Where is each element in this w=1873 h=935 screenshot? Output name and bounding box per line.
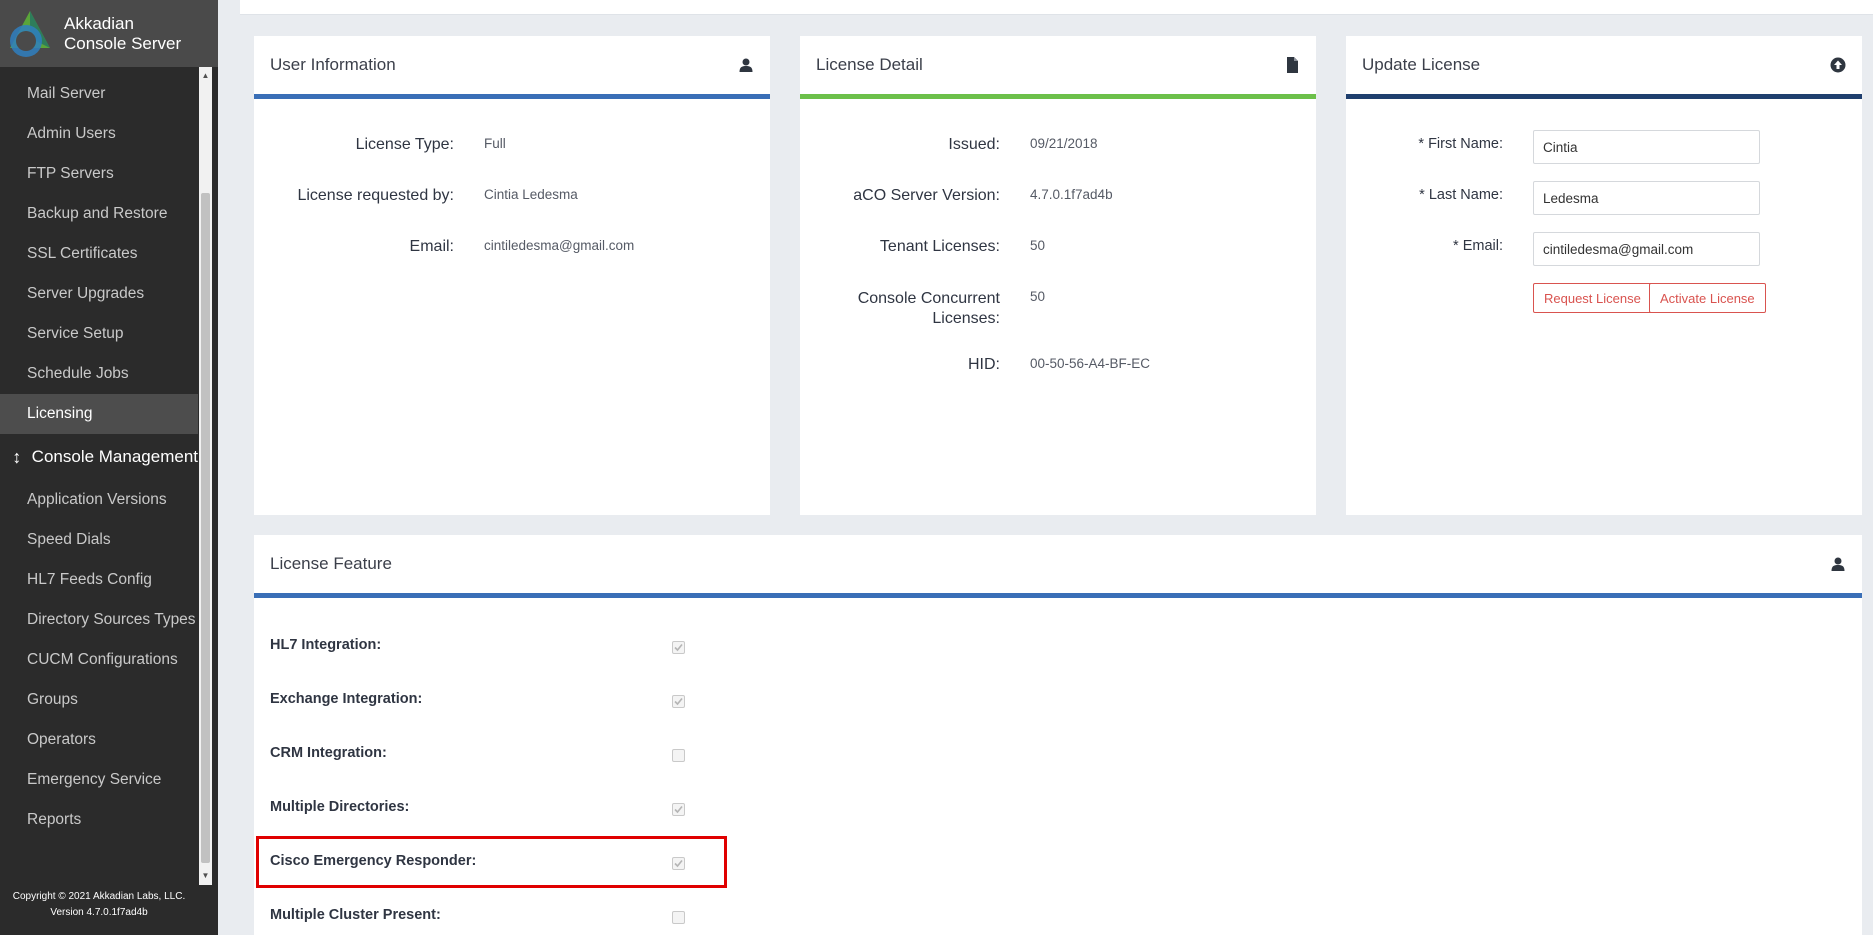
last-name-label: * Last Name: [1419, 187, 1503, 203]
sidebar-item-directory-sources-types[interactable]: Directory Sources Types [0, 600, 198, 640]
sidebar-item-mail-server[interactable]: Mail Server [0, 74, 198, 114]
scroll-thumb[interactable] [201, 193, 210, 863]
feature-label-exchange-integration: Exchange Integration: [270, 691, 423, 707]
copyright-text: Copyright © 2021 Akkadian Labs, LLC. [12, 891, 186, 902]
sidebar-item-backup-restore[interactable]: Backup and Restore [0, 194, 198, 234]
sidebar-item-operators[interactable]: Operators [0, 720, 198, 760]
feature-label-hl7-integration: HL7 Integration: [270, 637, 382, 653]
sidebar-section-label: Console Management [31, 447, 198, 466]
user-information-panel: User Information License Type: Full Lice… [254, 36, 770, 515]
first-name-input[interactable] [1533, 130, 1760, 164]
update-license-panel: Update License * First Name: * Last Name… [1346, 36, 1862, 515]
license-type-label: License Type: [355, 136, 454, 153]
brand-line1: Akkadian [64, 13, 134, 33]
concurrent-licenses-value: 50 [1030, 289, 1046, 304]
sidebar: Akkadian Console Server Mail Server Admi… [0, 0, 218, 935]
server-version-label: aCO Server Version: [853, 187, 1000, 204]
request-license-button[interactable]: Request License [1533, 283, 1652, 313]
feature-checkbox-hl7-integration[interactable] [672, 641, 685, 654]
panel-title: User Information [270, 55, 396, 74]
sidebar-nav: Mail Server Admin Users FTP Servers Back… [0, 74, 198, 840]
feature-label-multiple-directories: Multiple Directories: [270, 799, 410, 815]
sidebar-item-ftp-servers[interactable]: FTP Servers [0, 154, 198, 194]
issued-label: Issued: [948, 136, 1000, 153]
sidebar-item-cucm-configurations[interactable]: CUCM Configurations [0, 640, 198, 680]
sidebar-item-application-versions[interactable]: Application Versions [0, 480, 198, 520]
activate-license-button[interactable]: Activate License [1649, 283, 1766, 313]
hid-label: HID: [968, 356, 1000, 373]
panel-header: License Detail [800, 36, 1316, 94]
panel-header: License Feature [254, 535, 1862, 593]
feature-checkbox-crm-integration[interactable] [672, 749, 685, 762]
email-input[interactable] [1533, 232, 1760, 266]
brand[interactable]: Akkadian Console Server [0, 0, 218, 67]
feature-checkbox-multiple-cluster-present[interactable] [672, 911, 685, 924]
panel-accent-line [1346, 94, 1862, 99]
sidebar-item-groups[interactable]: Groups [0, 680, 198, 720]
sidebar-section-console-management[interactable]: ↕ Console Management [0, 434, 198, 480]
feature-checkbox-cisco-emergency-responder[interactable] [672, 857, 685, 870]
sidebar-item-reports[interactable]: Reports [0, 800, 198, 840]
tenant-licenses-value: 50 [1030, 238, 1046, 253]
upload-circle-icon[interactable] [1830, 57, 1846, 73]
scroll-down-arrow-icon[interactable]: ▼ [199, 869, 212, 883]
sidebar-scrollbar[interactable]: ▲ ▼ [199, 67, 212, 885]
sidebar-item-service-setup[interactable]: Service Setup [0, 314, 198, 354]
sidebar-item-ssl-certificates[interactable]: SSL Certificates [0, 234, 198, 274]
sidebar-item-emergency-service[interactable]: Emergency Service [0, 760, 198, 800]
panel-title: License Detail [816, 55, 923, 74]
email-label: Email: [409, 238, 454, 255]
sidebar-item-server-upgrades[interactable]: Server Upgrades [0, 274, 198, 314]
feature-label-multiple-cluster-present: Multiple Cluster Present: [270, 907, 441, 923]
email-value: cintiledesma@gmail.com [484, 238, 635, 253]
feature-checkbox-exchange-integration[interactable] [672, 695, 685, 708]
sidebar-footer: Copyright © 2021 Akkadian Labs, LLC. Ver… [0, 889, 198, 921]
first-name-label: * First Name: [1418, 136, 1503, 152]
feature-label-crm-integration: CRM Integration: [270, 745, 387, 761]
feature-checkbox-multiple-directories[interactable] [672, 803, 685, 816]
panel-accent-line [800, 94, 1316, 99]
panel-title: Update License [1362, 55, 1481, 74]
user-icon [739, 58, 753, 72]
updown-arrow-icon: ↕ [12, 447, 22, 467]
concurrent-licenses-label: Console Concurrent Licenses: [800, 289, 1000, 329]
server-version-value: 4.7.0.1f7ad4b [1030, 187, 1113, 202]
email-label: * Email: [1453, 238, 1503, 254]
user-icon [1831, 557, 1845, 571]
license-type-value: Full [484, 136, 506, 151]
sidebar-item-hl7-feeds-config[interactable]: HL7 Feeds Config [0, 560, 198, 600]
last-name-input[interactable] [1533, 181, 1760, 215]
issued-value: 09/21/2018 [1030, 136, 1098, 151]
panel-accent-line [254, 94, 770, 99]
feature-label-cisco-emergency-responder: Cisco Emergency Responder: [270, 853, 477, 869]
brand-line2: Console Server [64, 33, 182, 53]
sidebar-item-licensing[interactable]: Licensing [0, 394, 198, 434]
panel-title: License Feature [270, 554, 392, 573]
concurrent-label-line2: Licenses: [932, 310, 1000, 327]
sidebar-item-schedule-jobs[interactable]: Schedule Jobs [0, 354, 198, 394]
requested-by-value: Cintia Ledesma [484, 187, 578, 202]
panel-header: User Information [254, 36, 770, 94]
file-icon [1287, 57, 1298, 73]
hid-value: 00-50-56-A4-BF-EC [1030, 356, 1151, 371]
sidebar-item-speed-dials[interactable]: Speed Dials [0, 520, 198, 560]
panel-accent-line [254, 593, 1862, 598]
brand-name: Akkadian Console Server [64, 14, 181, 54]
panel-header: Update License [1346, 36, 1862, 94]
akkadian-logo-icon [10, 10, 50, 57]
top-bar [240, 0, 1873, 15]
concurrent-label-line1: Console Concurrent [857, 290, 1000, 307]
requested-by-label: License requested by: [297, 187, 454, 204]
sidebar-item-admin-users[interactable]: Admin Users [0, 114, 198, 154]
license-detail-panel: License Detail Issued: 09/21/2018 aCO Se… [800, 36, 1316, 515]
tenant-licenses-label: Tenant Licenses: [879, 238, 1000, 255]
scroll-up-arrow-icon[interactable]: ▲ [199, 69, 212, 83]
version-text: Version 4.7.0.1f7ad4b [50, 907, 148, 918]
